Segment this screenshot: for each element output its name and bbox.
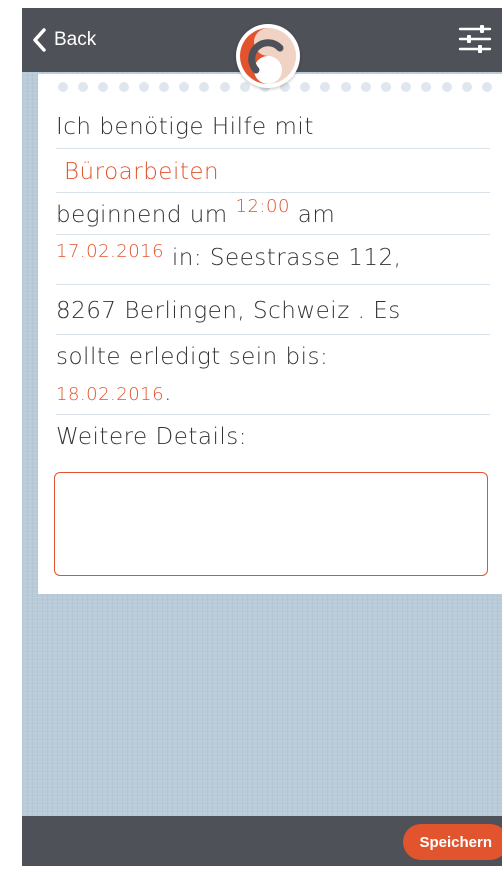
bottom-toolbar: Speichern [22, 816, 502, 866]
app-screen: Back Ich benötige Hilfe mit Büroarbeiten… [22, 8, 502, 866]
intro-text: Ich benötige Hilfe mit [56, 114, 314, 140]
form-line-6: sollte erledigt sein bis: 18.02.2016. [56, 338, 490, 415]
form-line-2[interactable]: Büroarbeiten [56, 152, 490, 193]
settings-sliders-icon[interactable] [458, 22, 492, 56]
task-category-field[interactable]: Büroarbeiten [64, 159, 219, 185]
start-time-field[interactable]: 12:00 [236, 196, 290, 217]
start-text: beginnend um [56, 202, 228, 228]
back-chevron-icon [33, 28, 46, 52]
due-date-field[interactable]: 18.02.2016 [56, 384, 164, 405]
app-logo-icon [236, 24, 300, 88]
back-label: Back [54, 29, 97, 50]
details-label: Weitere Details: [56, 424, 248, 450]
form-line-3: beginnend um 12:00 am [56, 196, 490, 235]
save-button[interactable]: Speichern [403, 824, 502, 860]
form-line-4: 17.02.2016 in: Seestrasse 112, [56, 238, 490, 285]
request-form-sheet: Ich benötige Hilfe mit Büroarbeiten begi… [38, 74, 502, 594]
address-line-2[interactable]: 8267 Berlingen, Schweiz . Es [56, 298, 401, 324]
period-text: . [164, 380, 172, 406]
save-label: Speichern [419, 833, 492, 851]
address-field[interactable]: in: Seestrasse 112, [172, 245, 402, 271]
until-text: sollte erledigt sein bis: [56, 344, 329, 370]
start-date-field[interactable]: 17.02.2016 [56, 241, 164, 262]
form-line-1: Ich benötige Hilfe mit [56, 106, 490, 149]
am-text: am [297, 202, 336, 228]
form-line-5: 8267 Berlingen, Schweiz . Es [56, 288, 490, 335]
back-button[interactable]: Back [32, 22, 96, 58]
details-textarea[interactable] [54, 472, 488, 576]
